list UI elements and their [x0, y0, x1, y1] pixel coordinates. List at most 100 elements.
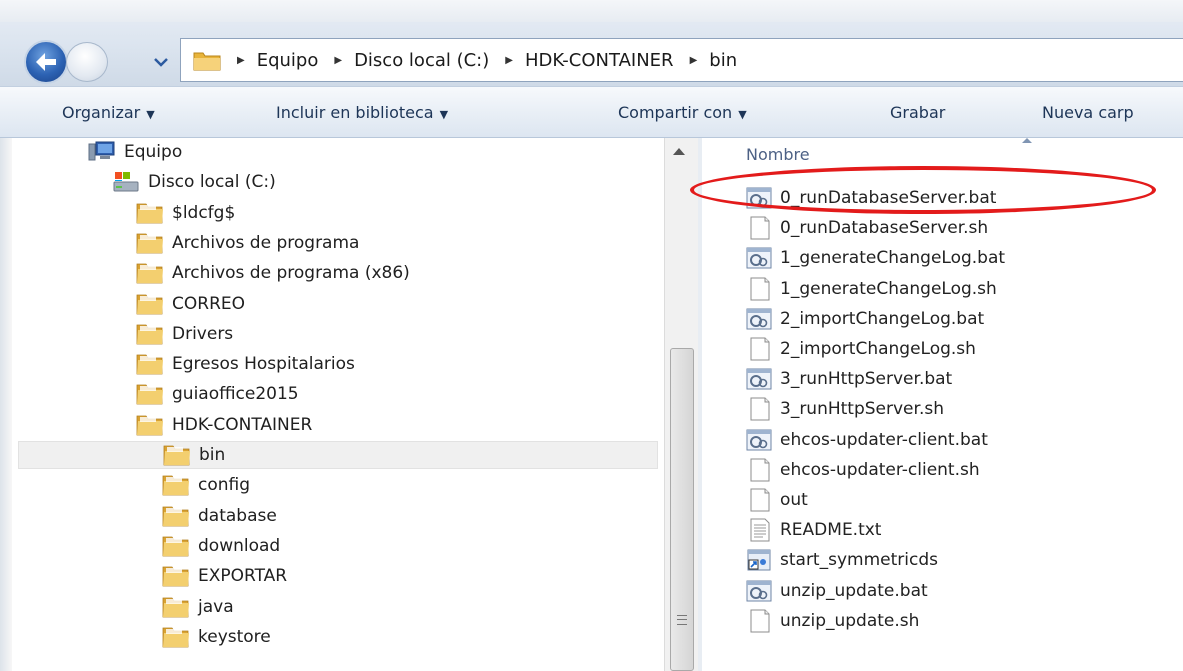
- tree-item-folder[interactable]: guiaoffice2015: [136, 380, 299, 408]
- file-name: README.txt: [780, 520, 882, 541]
- file-row[interactable]: ehcos-updater-client.sh: [746, 455, 980, 485]
- file-row[interactable]: 1_generateChangeLog.bat: [746, 243, 1005, 273]
- file-name: 2_importChangeLog.sh: [780, 339, 976, 359]
- folder-icon: [136, 384, 163, 405]
- file-name: 1_generateChangeLog.sh: [780, 278, 997, 299]
- tree-item-label: Drivers: [172, 323, 234, 344]
- file-row[interactable]: 3_runHttpServer.sh: [746, 394, 944, 424]
- file-row[interactable]: unzip_update.sh: [746, 606, 919, 636]
- blank-file-icon: [746, 397, 772, 421]
- file-row[interactable]: start_symmetricds: [746, 545, 938, 575]
- breadcrumb-separator-icon[interactable]: ▶: [690, 55, 698, 66]
- file-name: 3_runHttpServer.sh: [780, 399, 944, 420]
- address-field[interactable]: ▶ Equipo ▶ Disco local (C:) ▶ HDK-CONTAI…: [180, 38, 1183, 82]
- address-bar: ▶ Equipo ▶ Disco local (C:) ▶ HDK-CONTAI…: [0, 0, 1183, 86]
- file-name: 0_runDatabaseServer.sh: [780, 218, 989, 239]
- forward-button[interactable]: [66, 42, 108, 82]
- scrollbar-thumb[interactable]: [670, 348, 694, 671]
- back-button[interactable]: [24, 40, 68, 84]
- breadcrumb-item-disco-local[interactable]: Disco local (C:): [354, 50, 489, 71]
- tree-item-folder[interactable]: Archivos de programa: [136, 229, 359, 257]
- breadcrumb-separator-icon[interactable]: ▶: [334, 55, 342, 66]
- tree-icon: [136, 352, 164, 376]
- tree-icon: [136, 261, 164, 285]
- tree-icon: [136, 382, 164, 406]
- blank-file-icon: [750, 216, 770, 240]
- file-name: out: [780, 490, 808, 510]
- tree-item-folder[interactable]: Egresos Hospitalarios: [136, 350, 355, 378]
- folder-icon: [136, 354, 163, 375]
- tree-item-subfolder[interactable]: database: [162, 502, 277, 530]
- tree-item-folder[interactable]: Archivos de programa (x86): [136, 259, 410, 287]
- burn-label: Grabar: [890, 103, 946, 122]
- file-row[interactable]: 0_runDatabaseServer.bat: [746, 183, 996, 213]
- navigation-scrollbar[interactable]: [664, 138, 698, 671]
- batch-file-icon: [746, 186, 772, 210]
- file-row[interactable]: 3_runHttpServer.bat: [746, 364, 952, 394]
- tree-item-label: EXPORTAR: [198, 566, 288, 587]
- tree-item-subfolder[interactable]: download: [162, 532, 280, 560]
- blank-file-icon: [746, 337, 772, 361]
- tree-item-equipo[interactable]: Equipo: [88, 138, 182, 166]
- tree-item-subfolder[interactable]: EXPORTAR: [162, 562, 287, 590]
- file-row[interactable]: 1_generateChangeLog.sh: [746, 274, 997, 304]
- breadcrumb-item-equipo[interactable]: Equipo: [257, 50, 319, 71]
- file-name: 0_runDatabaseServer.bat: [780, 188, 997, 208]
- tree-item-folder[interactable]: $ldcfg$: [136, 199, 235, 227]
- file-row[interactable]: out: [746, 485, 808, 515]
- breadcrumb-separator-icon[interactable]: ▶: [505, 55, 513, 66]
- tree-item-disco-local[interactable]: Disco local (C:): [112, 168, 276, 196]
- file-row[interactable]: 0_runDatabaseServer.sh: [746, 213, 988, 243]
- chevron-down-icon: ▼: [738, 108, 747, 121]
- column-header-name[interactable]: Nombre: [746, 140, 810, 170]
- tree-item-label: Equipo: [124, 142, 183, 162]
- tree-item-subfolder[interactable]: config: [162, 471, 250, 499]
- burn-button[interactable]: Grabar: [890, 87, 945, 139]
- text-file-icon: [746, 518, 772, 542]
- batch-file-icon: [746, 247, 772, 269]
- file-name: 2_importChangeLog.bat: [780, 308, 985, 329]
- tree-item-folder[interactable]: HDK-CONTAINER: [136, 411, 312, 439]
- breadcrumb: ▶ Equipo ▶ Disco local (C:) ▶ HDK-CONTAI…: [237, 39, 753, 81]
- tree-icon: [162, 473, 190, 497]
- folder-icon: [136, 233, 163, 254]
- tree-icon: [162, 504, 190, 528]
- tree-item-label: Disco local (C:): [148, 172, 276, 193]
- file-row[interactable]: unzip_update.bat: [746, 576, 928, 606]
- tree-item-folder[interactable]: Drivers: [136, 320, 233, 348]
- scroll-up-icon[interactable]: [673, 148, 685, 155]
- include-library-button[interactable]: Incluir en biblioteca ▼: [276, 87, 448, 139]
- tree-item-subfolder[interactable]: java: [162, 593, 234, 621]
- breadcrumb-item-hdk-container[interactable]: HDK-CONTAINER: [525, 50, 674, 71]
- recent-pages-dropdown-icon[interactable]: [152, 56, 170, 68]
- file-name: ehcos-updater-client.bat: [780, 429, 988, 450]
- tree-icon: [136, 292, 164, 316]
- pane-edge: [0, 138, 12, 671]
- blank-file-icon: [750, 488, 770, 512]
- file-row[interactable]: 2_importChangeLog.bat: [746, 304, 984, 334]
- tree-item-bin-selected[interactable]: bin: [18, 441, 658, 469]
- file-row[interactable]: ehcos-updater-client.bat: [746, 425, 988, 455]
- file-row[interactable]: 2_importChangeLog.sh: [746, 334, 976, 364]
- tree-icon: [162, 564, 190, 588]
- organize-button[interactable]: Organizar ▼: [62, 87, 155, 139]
- breadcrumb-item-bin[interactable]: bin: [709, 50, 737, 71]
- batch-file-icon: [746, 308, 772, 330]
- folder-icon: [136, 324, 163, 345]
- breadcrumb-separator-icon[interactable]: ▶: [237, 55, 245, 66]
- folder-icon: [193, 52, 221, 71]
- batch-file-icon: [746, 307, 772, 331]
- tree-item-subfolder[interactable]: keystore: [162, 623, 271, 651]
- new-folder-button[interactable]: Nueva carp: [1042, 87, 1134, 139]
- tree-item-label: download: [198, 535, 281, 556]
- tree-item-label: config: [198, 475, 251, 496]
- file-row[interactable]: README.txt: [746, 515, 881, 545]
- tree-item-label: Archivos de programa: [172, 232, 360, 253]
- folder-icon: [136, 263, 163, 284]
- share-button[interactable]: Compartir con ▼: [618, 87, 747, 139]
- blank-file-icon: [746, 216, 772, 240]
- batch-file-icon: [746, 429, 772, 451]
- tree-item-folder[interactable]: CORREO: [136, 290, 245, 318]
- folder-icon: [136, 415, 163, 436]
- file-name: 1_generateChangeLog.bat: [780, 248, 1006, 269]
